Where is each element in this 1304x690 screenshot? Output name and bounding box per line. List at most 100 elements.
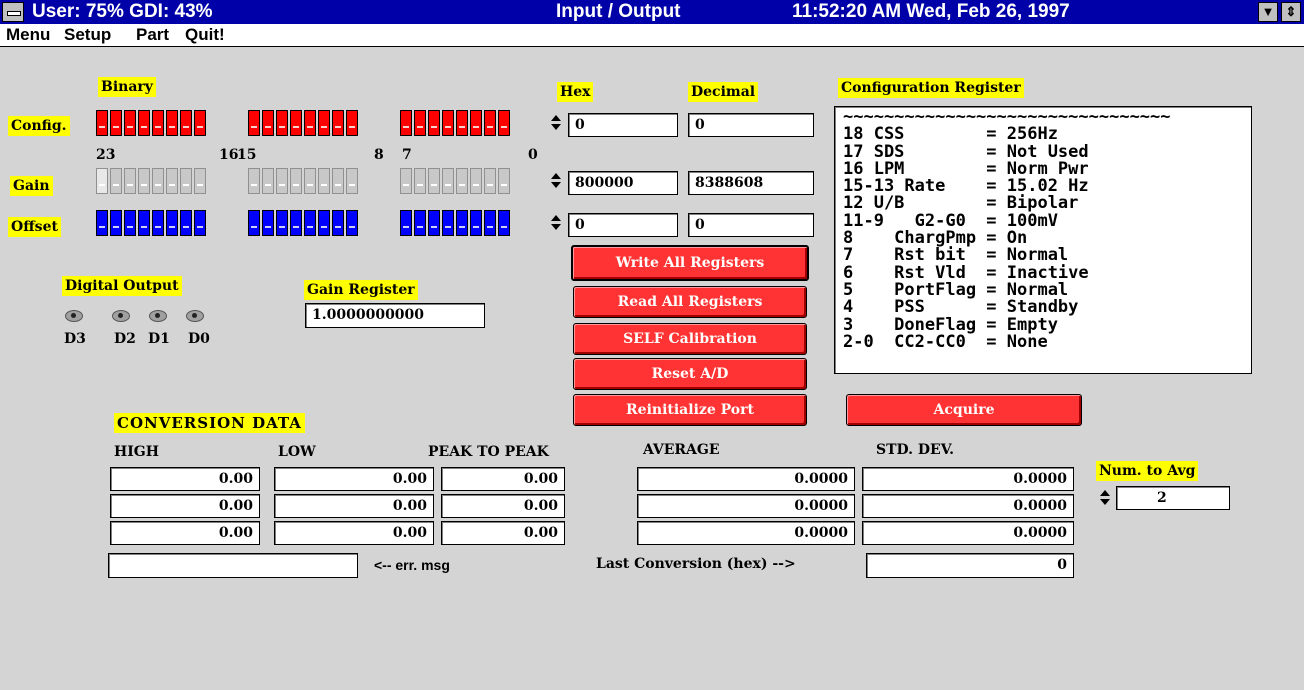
gain-bit-5[interactable] (428, 168, 440, 194)
gain-bit-18[interactable] (166, 168, 178, 194)
gain-bits-high[interactable] (96, 168, 206, 194)
offset-hex-spinner[interactable] (549, 213, 563, 233)
offset-bit-6[interactable] (414, 210, 426, 236)
menu-item-part[interactable]: Part (136, 25, 169, 45)
num-to-avg-spinner[interactable] (1098, 488, 1112, 508)
config-bit-22[interactable] (110, 110, 122, 136)
gain-bit-11[interactable] (304, 168, 316, 194)
config-bit-17[interactable] (180, 110, 192, 136)
offset-bit-4[interactable] (442, 210, 454, 236)
gain-bits-low[interactable] (400, 168, 510, 194)
write-all-registers-button[interactable]: Write All Registers (571, 245, 809, 281)
num-to-avg-field[interactable]: 2 (1116, 486, 1230, 510)
config-bit-11[interactable] (304, 110, 316, 136)
gain-hex-spinner[interactable] (549, 171, 563, 191)
reinitialize-port-button[interactable]: Reinitialize Port (573, 394, 807, 426)
gain-bit-23[interactable] (96, 168, 108, 194)
config-bit-21[interactable] (124, 110, 136, 136)
config-hex-field[interactable]: 0 (568, 113, 678, 137)
offset-bit-12[interactable] (290, 210, 302, 236)
offset-bit-14[interactable] (262, 210, 274, 236)
config-bit-8[interactable] (346, 110, 358, 136)
gain-register-field[interactable]: 1.0000000000 (305, 303, 485, 328)
config-bit-0[interactable] (498, 110, 510, 136)
offset-bits-low[interactable] (400, 210, 510, 236)
config-bit-9[interactable] (332, 110, 344, 136)
config-bit-19[interactable] (152, 110, 164, 136)
gain-bit-14[interactable] (262, 168, 274, 194)
offset-bit-22[interactable] (110, 210, 122, 236)
gain-bit-6[interactable] (414, 168, 426, 194)
config-bit-20[interactable] (138, 110, 150, 136)
gain-bit-9[interactable] (332, 168, 344, 194)
offset-bit-9[interactable] (332, 210, 344, 236)
offset-bit-3[interactable] (456, 210, 468, 236)
acquire-button[interactable]: Acquire (846, 394, 1082, 426)
offset-bit-21[interactable] (124, 210, 136, 236)
self-calibration-button[interactable]: SELF Calibration (573, 323, 807, 355)
offset-bit-10[interactable] (318, 210, 330, 236)
config-bit-15[interactable] (248, 110, 260, 136)
gain-bit-22[interactable] (110, 168, 122, 194)
config-hex-spinner[interactable] (549, 113, 563, 133)
gain-bit-4[interactable] (442, 168, 454, 194)
gain-bit-12[interactable] (290, 168, 302, 194)
config-bit-14[interactable] (262, 110, 274, 136)
gain-bit-2[interactable] (470, 168, 482, 194)
offset-bits-mid[interactable] (248, 210, 358, 236)
menu-item-menu[interactable]: Menu (6, 25, 50, 45)
gain-bit-13[interactable] (276, 168, 288, 194)
gain-bit-15[interactable] (248, 168, 260, 194)
led-d1-icon[interactable] (149, 310, 167, 322)
gain-bit-16[interactable] (194, 168, 206, 194)
offset-bit-13[interactable] (276, 210, 288, 236)
offset-bit-20[interactable] (138, 210, 150, 236)
system-menu-icon[interactable] (2, 2, 24, 22)
config-decimal-field[interactable]: 0 (688, 113, 814, 137)
config-bits-mid[interactable] (248, 110, 358, 136)
offset-hex-field[interactable]: 0 (568, 213, 678, 237)
gain-bit-3[interactable] (456, 168, 468, 194)
offset-bit-0[interactable] (498, 210, 510, 236)
config-bits-low[interactable] (400, 110, 510, 136)
led-d3-icon[interactable] (65, 310, 83, 322)
gain-bit-21[interactable] (124, 168, 136, 194)
offset-bit-17[interactable] (180, 210, 192, 236)
config-bit-1[interactable] (484, 110, 496, 136)
offset-bits-high[interactable] (96, 210, 206, 236)
config-bit-18[interactable] (166, 110, 178, 136)
config-bit-16[interactable] (194, 110, 206, 136)
gain-bit-8[interactable] (346, 168, 358, 194)
config-bit-23[interactable] (96, 110, 108, 136)
offset-bit-15[interactable] (248, 210, 260, 236)
menu-item-setup[interactable]: Setup (64, 25, 111, 45)
offset-bit-16[interactable] (194, 210, 206, 236)
read-all-registers-button[interactable]: Read All Registers (573, 286, 807, 318)
config-bit-5[interactable] (428, 110, 440, 136)
gain-bit-20[interactable] (138, 168, 150, 194)
gain-bit-1[interactable] (484, 168, 496, 194)
offset-decimal-field[interactable]: 0 (688, 213, 814, 237)
offset-bit-7[interactable] (400, 210, 412, 236)
gain-bit-17[interactable] (180, 168, 192, 194)
config-bit-4[interactable] (442, 110, 454, 136)
gain-decimal-field[interactable]: 8388608 (688, 171, 814, 195)
menu-item-quit[interactable]: Quit! (185, 25, 225, 45)
config-bit-3[interactable] (456, 110, 468, 136)
gain-bits-mid[interactable] (248, 168, 358, 194)
offset-bit-18[interactable] (166, 210, 178, 236)
gain-bit-0[interactable] (498, 168, 510, 194)
gain-bit-7[interactable] (400, 168, 412, 194)
config-bits-high[interactable] (96, 110, 206, 136)
gain-bit-10[interactable] (318, 168, 330, 194)
restore-button[interactable]: ⇕ (1281, 2, 1301, 22)
minimize-button[interactable]: ▼ (1258, 2, 1278, 22)
config-bit-2[interactable] (470, 110, 482, 136)
offset-bit-1[interactable] (484, 210, 496, 236)
offset-bit-23[interactable] (96, 210, 108, 236)
offset-bit-2[interactable] (470, 210, 482, 236)
offset-bit-19[interactable] (152, 210, 164, 236)
offset-bit-11[interactable] (304, 210, 316, 236)
gain-bit-19[interactable] (152, 168, 164, 194)
reset-ad-button[interactable]: Reset A/D (573, 358, 807, 390)
